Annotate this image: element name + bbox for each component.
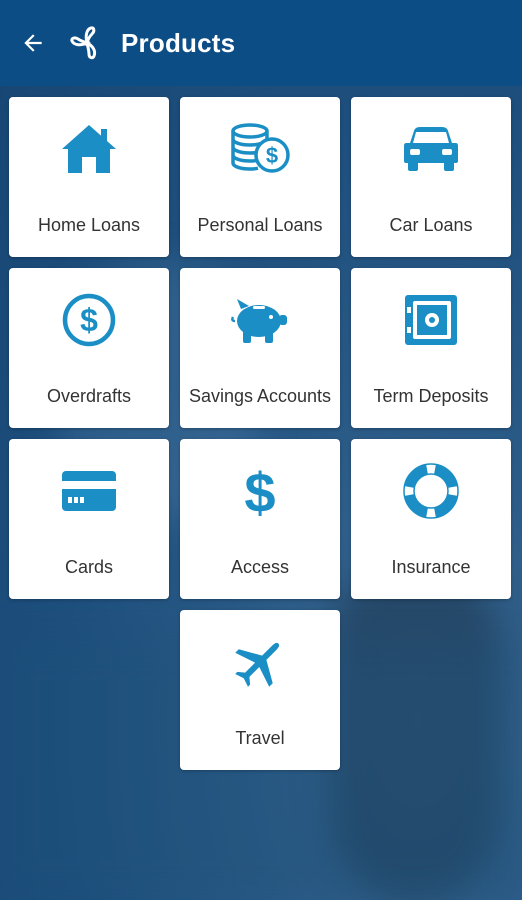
product-tile-car-loans[interactable]: Car Loans — [351, 97, 511, 257]
product-label: Home Loans — [37, 215, 141, 235]
dollar-circle-icon: $ — [59, 292, 119, 348]
propeller-logo-icon — [67, 23, 107, 63]
product-label: Insurance — [391, 557, 471, 577]
product-label: Overdrafts — [46, 386, 132, 406]
product-label: Personal Loans — [197, 215, 323, 235]
product-tile-insurance[interactable]: Insurance — [351, 439, 511, 599]
svg-text:$: $ — [244, 462, 275, 520]
product-tile-term-deposits[interactable]: Term Deposits — [351, 268, 511, 428]
product-tile-access[interactable]: $ Access — [180, 439, 340, 599]
product-tile-cards[interactable]: Cards — [9, 439, 169, 599]
product-label: Cards — [64, 557, 113, 577]
dollar-sign-icon: $ — [230, 462, 290, 520]
app-header: Products — [0, 0, 522, 86]
product-tile-overdrafts[interactable]: $ Overdrafts — [9, 268, 169, 428]
product-tile-savings-accounts[interactable]: Savings Accounts — [180, 268, 340, 428]
product-tile-home-loans[interactable]: Home Loans — [9, 97, 169, 257]
product-label: Access — [230, 557, 290, 577]
car-icon — [401, 121, 461, 177]
arrow-left-icon — [24, 34, 42, 52]
credit-card-icon — [59, 463, 119, 519]
product-grid: Home Loans $ Personal Loans Car Loans $ … — [9, 97, 513, 770]
product-tile-travel[interactable]: Travel — [180, 610, 340, 770]
svg-text:$: $ — [266, 143, 278, 168]
house-icon — [59, 121, 119, 177]
svg-text:$: $ — [80, 302, 98, 338]
safe-icon — [401, 292, 461, 348]
page-title: Products — [121, 27, 236, 58]
piggy-bank-icon — [230, 292, 290, 348]
product-label: Travel — [235, 728, 285, 748]
product-tile-personal-loans[interactable]: $ Personal Loans — [180, 97, 340, 257]
life-ring-icon — [401, 463, 461, 519]
product-label: Term Deposits — [373, 386, 489, 406]
product-label: Car Loans — [389, 215, 473, 235]
airplane-icon — [230, 634, 290, 690]
back-button[interactable] — [15, 25, 51, 61]
coin-stack-icon: $ — [230, 121, 290, 177]
product-label: Savings Accounts — [188, 386, 332, 406]
